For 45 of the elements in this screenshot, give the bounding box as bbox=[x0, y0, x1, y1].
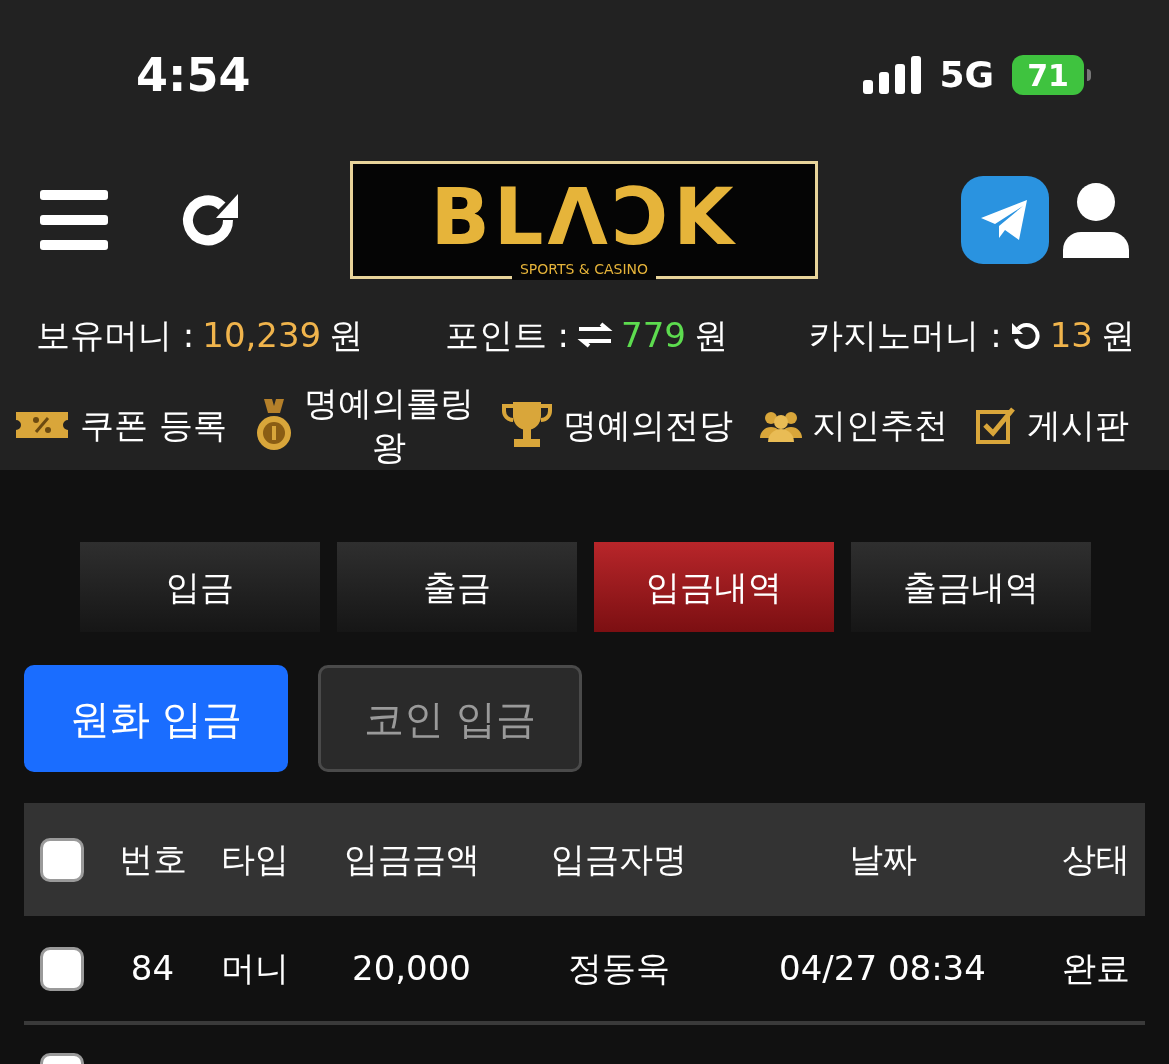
balance-label: 카지노머니 : bbox=[809, 313, 1002, 357]
table-cell-text: 머니 bbox=[220, 947, 290, 990]
exchange-icon[interactable] bbox=[577, 322, 614, 348]
menu-icon[interactable] bbox=[40, 190, 108, 250]
menu-item[interactable]: 쿠폰 등록 bbox=[14, 399, 227, 451]
trophy-icon bbox=[500, 400, 553, 450]
balance-value: 10,239 bbox=[202, 313, 322, 357]
network-label: 5G bbox=[939, 53, 994, 97]
tab[interactable]: 출금 bbox=[337, 542, 577, 632]
battery-icon: 71 bbox=[1012, 55, 1084, 95]
table-cell-text: 84 bbox=[129, 947, 176, 990]
column-header: 상태 bbox=[1060, 838, 1131, 881]
balance-label: 포인트 : bbox=[444, 313, 570, 357]
checkbox[interactable] bbox=[40, 946, 84, 991]
logo[interactable]: BLΛƆK SPORTS & CASINO bbox=[350, 161, 818, 279]
user-icon[interactable] bbox=[1063, 182, 1129, 258]
column-header: 날짜 bbox=[847, 838, 918, 881]
currency-unit: 원 bbox=[329, 313, 364, 357]
checkbox[interactable] bbox=[40, 837, 84, 882]
tab[interactable]: 입금 bbox=[80, 542, 320, 632]
deposit-type-button[interactable]: 코인 입금 bbox=[318, 665, 582, 772]
menu-item[interactable]: 명예의전당 bbox=[500, 399, 733, 451]
tab[interactable]: 입금내역 bbox=[594, 542, 834, 632]
table-cell-text: 완료 bbox=[1060, 947, 1131, 990]
signal-icon bbox=[863, 56, 922, 94]
telegram-icon[interactable] bbox=[961, 176, 1049, 264]
menu-item[interactable]: 지인추천 bbox=[759, 399, 948, 451]
menu-item[interactable]: 명예의롤링왕 bbox=[253, 381, 474, 469]
column-header: 입금자명 bbox=[550, 838, 688, 881]
balance-label: 보유머니 : bbox=[36, 313, 195, 357]
checklist-icon bbox=[975, 405, 1017, 445]
balance-value: 779 bbox=[621, 313, 686, 357]
column-header: 타입 bbox=[220, 838, 290, 881]
column-header: 입금금액 bbox=[342, 838, 481, 881]
currency-unit: 원 bbox=[693, 313, 728, 357]
table-cell-text: 20,000 bbox=[351, 947, 472, 990]
deposit-type-button[interactable]: 원화 입금 bbox=[24, 665, 288, 772]
column-header: 번호 bbox=[117, 838, 188, 881]
menu-item[interactable]: 게시판 bbox=[975, 399, 1129, 451]
table-cell-text: 04/27 08:34 bbox=[778, 947, 987, 990]
balance-value: 13 bbox=[1049, 313, 1093, 357]
tab[interactable]: 출금내역 bbox=[851, 542, 1091, 632]
currency-unit: 원 bbox=[1101, 313, 1135, 357]
status-time: 4:54 bbox=[136, 46, 251, 104]
table-cell-text: 정동욱 bbox=[567, 947, 671, 990]
